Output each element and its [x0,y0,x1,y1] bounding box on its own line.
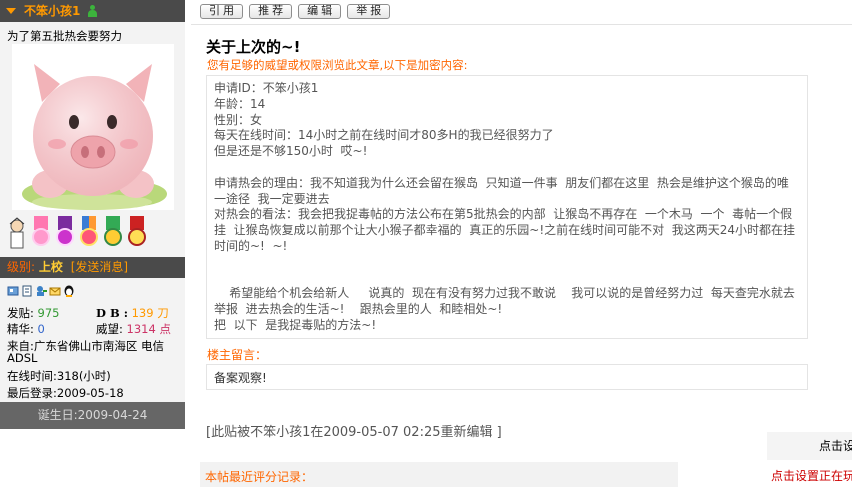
body-line [214,160,800,176]
body-line: 年龄：14 [214,96,266,111]
edit-history: [此贴被不笨小孩1在2009-05-07 02:25重新编辑 ] [206,425,502,440]
essence-label: 精华: [7,322,34,336]
post-title: 关于上次的~! [206,38,301,56]
level-bar: 级别: 上校 [发送消息] [0,257,185,278]
birthday-bar: 诞生日:2009-04-24 [0,402,185,429]
body-line: 但是还是不够150小时 哎~! [214,144,368,159]
divider [191,24,852,25]
document-icon[interactable] [21,285,33,297]
posts-label: 发贴: [7,306,34,320]
body-line: 把 以下 是我捉毒贴的方法~! [214,317,377,332]
qq-penguin-icon[interactable] [63,285,75,297]
author-signature: 为了第五批热会要努力 [7,29,122,43]
author-sidebar: 不笨小孩1 为了第五批热会要努力 级别: 上校 [发送消息] 发贴: 975 D… [0,0,185,487]
db-label: D B : [96,306,128,320]
body-line: 性别：女 [214,112,263,127]
user-stats: 发贴: 975 D B : 139 刀 精华: 0 威望: 1314 点 [7,305,185,337]
send-message-link[interactable]: [发送消息] [71,260,128,274]
email-icon[interactable] [49,285,61,297]
collapse-triangle-icon[interactable] [6,8,16,14]
user-action-icons [7,285,75,297]
floating-settings-panel[interactable]: 点击设 点击设置正在玩 [767,432,852,487]
owner-message: 备案观察! [206,364,808,390]
prestige-value: 1314 点 [126,322,171,336]
essence-count: 0 [37,322,45,336]
author-name[interactable]: 不笨小孩1 [24,0,80,22]
medal-icon[interactable] [6,216,28,252]
sidebar-blank [0,429,185,487]
avatar[interactable] [12,44,174,210]
quote-button[interactable]: 引 用 [200,4,244,19]
profile-card-icon[interactable] [7,285,19,297]
author-header[interactable]: 不笨小孩1 [0,0,185,22]
last-login: 最后登录:2009-05-18 [7,386,124,400]
post-toolbar: 引 用 推 荐 编 辑 举 报 [200,4,391,19]
online-time: 在线时间:318(小时) [7,369,111,383]
body-line: 申请热会的理由：我不知道我为什么还会留在猴岛 只知道一件事 朋友们都在这里 热会… [214,175,789,206]
posts-count: 975 [37,306,60,320]
floating-panel-title[interactable]: 点击设 [767,432,852,460]
pig-avatar-image [12,44,174,210]
recommend-button[interactable]: 推 荐 [249,4,293,19]
db-value: 139 刀 [131,306,169,320]
body-line: 每天在线时间：14小时之前在线时间才80多H的我已经很努力了 [214,128,554,143]
medal-icon[interactable] [126,216,148,252]
prestige-label: 威望: [96,322,123,336]
online-user-icon [87,5,98,17]
body-line [214,271,800,287]
body-line: 希望能给个机会给新人 说真的 现在有没有努力过我不敢说 我可以说的是曾经努力过 … [214,286,803,317]
body-line: 申请ID：不笨小孩1 [214,81,319,95]
rating-record: 本帖最近评分记录： [200,462,678,487]
edit-button[interactable]: 编 辑 [298,4,342,19]
encrypted-notice: 您有足够的威望或权限浏览此文章,以下是加密内容: [207,58,468,72]
report-button[interactable]: 举 报 [347,4,391,19]
rating-record-label: 本帖最近评分记录： [205,470,314,484]
medal-icon[interactable] [54,216,76,252]
level-value: 上校 [38,260,63,274]
level-label: 级别: [7,260,36,274]
user-location: 来自:广东省佛山市南海区 电信ADSL [7,339,165,365]
playing-status-link[interactable]: 点击设置正在玩 [771,467,852,484]
post-body: 申请ID：不笨小孩1 年龄：14 性别：女 每天在线时间：14小时之前在线时间才… [206,75,808,339]
medal-icon[interactable] [30,216,52,252]
medal-icon[interactable] [102,216,124,252]
owner-message-label: 楼主留言： [207,348,268,362]
medal-icon[interactable] [78,216,100,252]
add-friend-icon[interactable] [35,285,47,297]
body-line: 对热会的看法：我会把我捉毒帖的方法公布在第5批热会的内部 让猴岛不再存在 一个木… [214,207,796,253]
body-line [214,255,800,271]
medal-row [6,216,148,252]
